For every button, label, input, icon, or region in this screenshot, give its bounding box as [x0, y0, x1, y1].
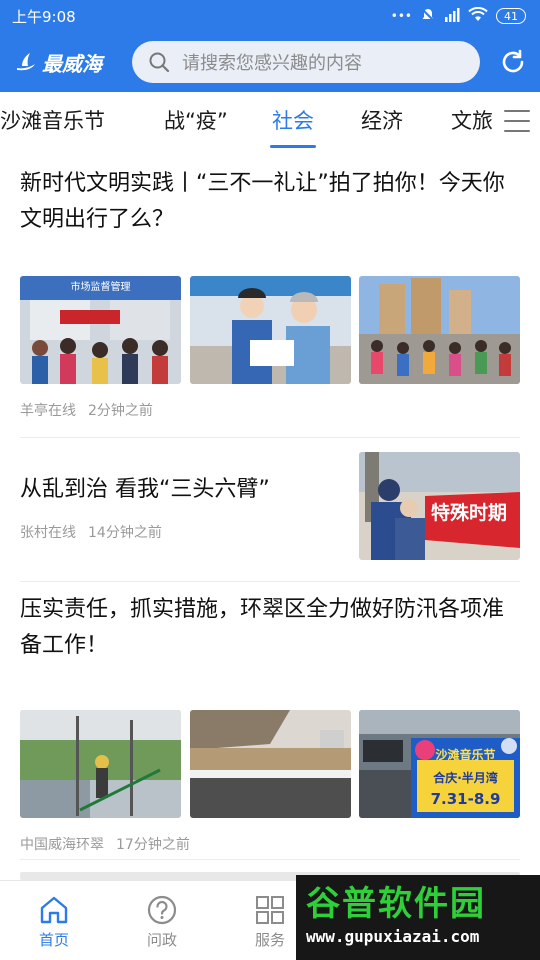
- status-bar: 上午9:08 ••• 41: [0, 0, 540, 32]
- tab-beach-music-festival[interactable]: 沙滩音乐节: [0, 92, 105, 150]
- search-placeholder: 请搜索您感兴趣的内容: [182, 53, 362, 74]
- nav-services[interactable]: 服务: [240, 895, 300, 950]
- logo-text: 最威海: [42, 51, 102, 76]
- news-time: 14分钟之前: [88, 525, 162, 541]
- news-source: 羊亭在线: [20, 403, 76, 419]
- question-icon: [147, 895, 177, 925]
- app-bar: 最威海 请搜索您感兴趣的内容: [0, 32, 540, 92]
- tab-economy[interactable]: 经济: [361, 92, 403, 150]
- battery-icon: 41: [496, 8, 526, 24]
- search-input[interactable]: 请搜索您感兴趣的内容: [132, 41, 480, 83]
- news-time: 17分钟之前: [116, 837, 190, 853]
- news-meta: 羊亭在线 2分钟之前: [20, 400, 520, 420]
- news-source: 张村在线: [20, 525, 76, 541]
- status-icons: ••• 41: [390, 6, 526, 26]
- news-image: [359, 276, 520, 384]
- sail-logo-icon: [17, 53, 35, 71]
- channel-menu-icon[interactable]: [504, 110, 530, 132]
- watermark-url: www.gupuxiazai.com: [306, 927, 480, 946]
- news-image: [20, 710, 181, 818]
- shop-sign-text: 市场监督管理: [70, 282, 131, 293]
- tab-society[interactable]: 社会: [270, 92, 316, 150]
- search-icon: [149, 52, 170, 73]
- news-card[interactable]: 压实责任，抓实措施，环翠区全力做好防汛各项准备工作！ 沙滩音乐节 合庆·半月湾 …: [20, 582, 520, 860]
- news-meta: 中国威海环翠 17分钟之前: [20, 834, 520, 854]
- refresh-button[interactable]: [498, 47, 528, 77]
- news-image: 特殊时期: [359, 452, 520, 560]
- wifi-icon: [468, 6, 488, 25]
- mute-icon: [420, 7, 436, 26]
- festival-ad-dates: 7.31-8.9: [430, 790, 501, 808]
- more-dots-icon: •••: [390, 9, 412, 23]
- news-image: 市场监督管理: [20, 276, 181, 384]
- nav-inquiry-label: 问政: [146, 931, 177, 949]
- category-tabs: 沙滩音乐节 战“疫” 社会 经济 文旅: [0, 92, 540, 150]
- news-time: 2分钟之前: [88, 403, 153, 419]
- festival-ad-title: 沙滩音乐节: [435, 748, 496, 762]
- news-card[interactable]: 新时代文明实践丨“三不一礼让”拍了拍你！今天你文明出行了么？ 市场监督管理 羊亭…: [20, 166, 520, 438]
- nav-home[interactable]: 首页: [24, 895, 84, 950]
- status-time: 上午9:08: [12, 7, 76, 26]
- tab-epidemic[interactable]: 战“疫”: [164, 92, 228, 150]
- news-source: 中国威海环翠: [20, 837, 104, 853]
- nav-services-label: 服务: [254, 931, 285, 949]
- festival-ad: 沙滩音乐节 合庆·半月湾 7.31-8.9: [411, 738, 520, 818]
- news-meta: 张村在线 14分钟之前: [20, 522, 162, 542]
- news-image-row: 沙滩音乐节 合庆·半月湾 7.31-8.9: [20, 710, 520, 818]
- site-watermark: 谷普软件园 www.gupuxiazai.com: [296, 875, 540, 960]
- watermark-title: 谷普软件园: [306, 884, 486, 924]
- image-banner-text: 特殊时期: [431, 502, 508, 524]
- grid-icon: [256, 896, 284, 924]
- news-image: [189, 276, 351, 384]
- nav-inquiry[interactable]: 问政: [132, 895, 192, 950]
- news-image: 沙滩音乐节 合庆·半月湾 7.31-8.9: [359, 710, 520, 818]
- news-title: 压实责任，抓实措施，环翠区全力做好防汛各项准备工作！: [20, 597, 505, 658]
- news-card[interactable]: 从乱到治 看我“三头六臂” 张村在线 14分钟之前 特殊时期: [20, 450, 520, 582]
- festival-ad-line2: 合庆·半月湾: [433, 771, 498, 785]
- app-header: 上午9:08 ••• 41 最威海 请搜索您感兴趣的内容: [0, 0, 540, 92]
- tab-culture-tourism[interactable]: 文旅: [451, 92, 493, 150]
- news-title: 从乱到治 看我“三头六臂”: [20, 477, 270, 502]
- news-title: 新时代文明实践丨“三不一礼让”拍了拍你！今天你文明出行了么？: [20, 171, 505, 232]
- news-image-row: 市场监督管理: [20, 276, 520, 384]
- home-icon: [40, 896, 68, 924]
- news-image: [189, 710, 351, 818]
- signal-icon: [444, 7, 460, 25]
- nav-home-label: 首页: [38, 931, 69, 949]
- news-feed: 新时代文明实践丨“三不一礼让”拍了拍你！今天你文明出行了么？ 市场监督管理 羊亭…: [0, 150, 540, 880]
- refresh-icon: [502, 49, 524, 73]
- app-logo[interactable]: 最威海: [14, 48, 126, 77]
